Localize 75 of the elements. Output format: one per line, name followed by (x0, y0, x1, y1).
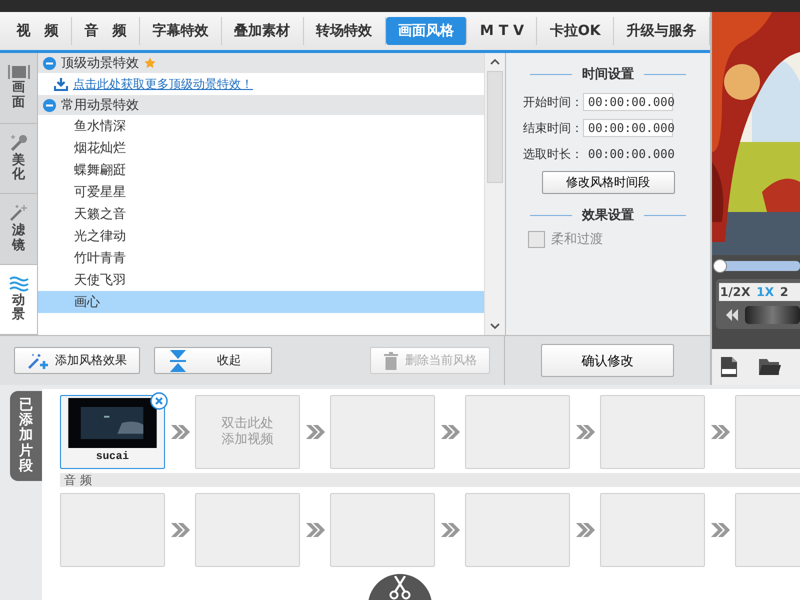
tab[interactable]: 音 频 (72, 17, 140, 45)
effect-item[interactable]: 烟花灿烂 (74, 139, 126, 157)
empty-slot[interactable] (465, 493, 570, 567)
effect-item[interactable]: 可爱星星 (74, 183, 126, 201)
download-icon (54, 78, 68, 90)
arrow-icon (440, 424, 460, 440)
scissors-icon (389, 576, 411, 600)
tab[interactable]: 升级与服务 (614, 17, 710, 45)
time-field[interactable]: 00:00:00.000 (583, 119, 673, 137)
track-label: 已添加片段 (10, 391, 42, 481)
collapse-icon (43, 98, 56, 112)
effect-item[interactable]: 鱼水情深 (74, 117, 126, 135)
tab[interactable]: 叠加素材 (222, 17, 304, 45)
action-button[interactable]: 添加风格效果 (14, 347, 140, 374)
arrow-icon (170, 522, 190, 538)
empty-slot[interactable] (330, 395, 435, 469)
arrow-icon (575, 522, 595, 538)
rewind-icon[interactable] (725, 309, 739, 321)
film-icon (8, 65, 30, 80)
effect-item[interactable]: 蝶舞翩跹 (74, 161, 126, 179)
field-label: 结束时间： (523, 120, 583, 136)
scrollbar-thumb[interactable] (487, 71, 503, 183)
arrow-icon (575, 424, 595, 440)
action-button[interactable]: 收起 (154, 347, 272, 374)
wave-icon (8, 276, 28, 292)
folder-icon[interactable] (758, 357, 782, 377)
arrow-icon (305, 522, 325, 538)
close-icon[interactable] (150, 392, 168, 410)
empty-slot[interactable] (600, 493, 705, 567)
trash-icon (383, 352, 399, 370)
empty-slot[interactable] (195, 493, 300, 567)
field-label: 开始时间： (523, 94, 583, 110)
time-field[interactable]: 00:00:00.000 (583, 93, 673, 111)
progress-slider[interactable] (714, 261, 800, 271)
empty-slot[interactable] (330, 493, 435, 567)
section-title: 时间设置 (582, 66, 634, 83)
effect-item[interactable]: 光之律动 (74, 227, 126, 245)
tab[interactable]: 视 频 (4, 17, 72, 45)
clip-name: sucai (96, 451, 129, 463)
download-link[interactable]: 点击此处获取更多顶级动景特效！ (73, 76, 253, 92)
speed-option[interactable]: 2 (780, 285, 788, 299)
empty-slot[interactable] (600, 395, 705, 469)
confirm-button[interactable]: 确认修改 (541, 344, 674, 377)
arrow-icon (305, 424, 325, 440)
modify-time-button[interactable]: 修改风格时间段 (542, 171, 674, 194)
tab[interactable]: 字幕特效 (140, 17, 222, 45)
field-label: 选取时长： (523, 146, 583, 162)
group-header[interactable]: 常用动景特效 (38, 95, 484, 115)
speed-option[interactable]: 1/2X (720, 285, 750, 299)
video-clip[interactable]: sucai (60, 395, 165, 469)
empty-slot[interactable] (465, 395, 570, 469)
effect-item[interactable]: 竹叶青青 (74, 249, 126, 267)
collapse-icon (169, 350, 187, 372)
side-tab[interactable]: 动景 (0, 264, 37, 335)
arrow-icon (170, 424, 190, 440)
duration-value: 00:00:00.000 (587, 147, 675, 161)
empty-slot[interactable] (60, 493, 165, 567)
group-header[interactable]: 顶级动景特效 (38, 53, 484, 73)
effect-item[interactable]: 画心 (74, 293, 100, 311)
collapse-icon (43, 56, 56, 70)
arrow-icon (710, 424, 730, 440)
arrow-icon (710, 522, 730, 538)
star-icon (144, 57, 156, 69)
tab[interactable]: M T V (467, 17, 538, 45)
arrow-icon (440, 522, 460, 538)
effect-item[interactable]: 天使飞羽 (74, 271, 126, 289)
tab[interactable]: 卡拉OK (537, 17, 614, 45)
jog-wheel[interactable] (745, 306, 800, 324)
effect-item[interactable]: 天籁之音 (74, 205, 126, 223)
checkbox-label: 柔和过渡 (551, 231, 603, 248)
section-title: 效果设置 (582, 207, 634, 224)
new-file-icon[interactable] (718, 356, 740, 378)
checkbox[interactable] (528, 230, 545, 248)
audio-track-label: 音 频 (64, 473, 92, 487)
add-video-hint: 双击此处 添加视频 (222, 416, 274, 448)
